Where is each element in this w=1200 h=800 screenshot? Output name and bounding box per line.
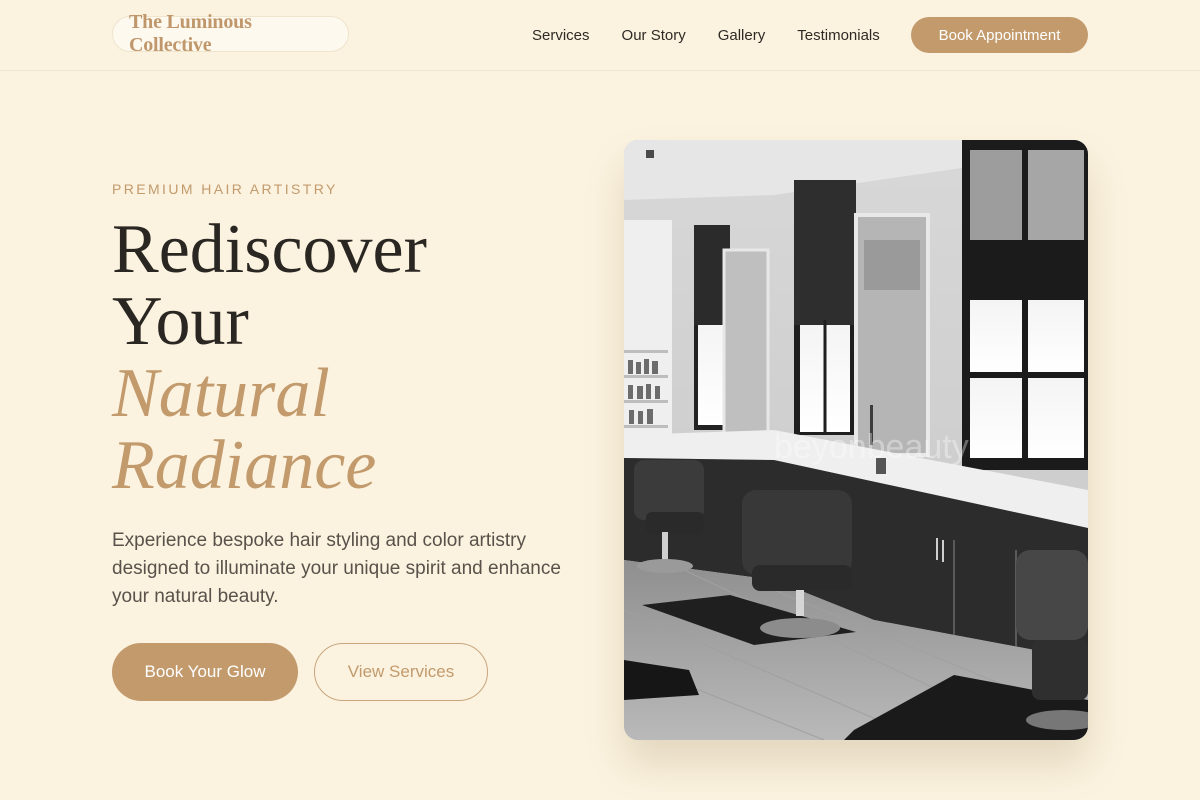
salon-interior-image: beyonbeauty [624,140,1088,740]
hero-headline: Rediscover Your Natural Radiance [112,214,427,502]
book-appointment-button[interactable]: Book Appointment [911,17,1088,53]
headline-accent-2: Radiance [112,427,377,504]
image-watermark: beyonbeauty [774,428,969,466]
salon-illustration: beyonbeauty [624,140,1088,740]
headline-line-2: Your [112,283,249,360]
site-header: The Luminous Collective Services Our Sto… [0,0,1200,71]
headline-accent-1: Natural [112,355,330,432]
headline-line-1: Rediscover [112,211,427,288]
main-nav: Services Our Story Gallery Testimonials [532,0,880,70]
hero-subtext: Experience bespoke hair styling and colo… [112,530,561,607]
nav-link-services[interactable]: Services [532,27,590,44]
book-your-glow-button[interactable]: Book Your Glow [112,643,298,701]
logo[interactable]: The Luminous Collective [112,11,349,56]
nav-link-our-story[interactable]: Our Story [622,27,686,44]
nav-link-testimonials[interactable]: Testimonials [797,27,880,44]
nav-link-gallery[interactable]: Gallery [718,27,766,44]
hero-eyebrow: PREMIUM HAIR ARTISTRY [112,181,338,197]
view-services-button[interactable]: View Services [314,643,488,701]
